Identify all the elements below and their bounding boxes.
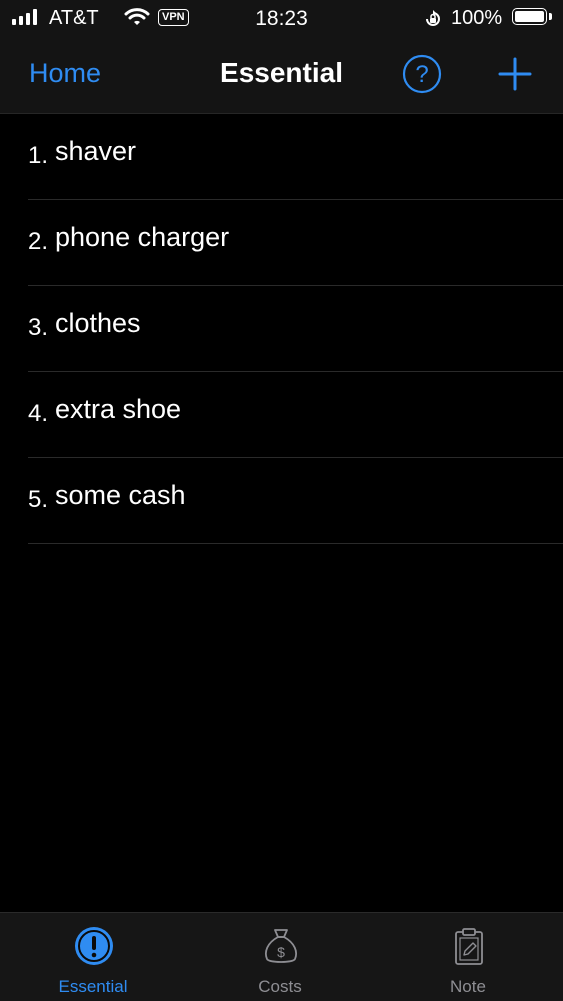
battery-percent: 100% (451, 7, 503, 29)
item-text: shaver (55, 136, 137, 166)
item-number: 2. (28, 228, 49, 255)
item-text: extra shoe (55, 394, 182, 424)
item-number: 3. (28, 314, 49, 341)
orientation-lock-icon (423, 9, 443, 35)
list-item[interactable]: 3. clothes (28, 286, 563, 372)
list-item[interactable]: 5. some cash (28, 458, 563, 544)
list-item[interactable]: 4. extra shoe (28, 372, 563, 458)
money-bag-icon: $ (265, 929, 297, 963)
status-bar: AT&T VPN 18:23 100% (0, 0, 563, 36)
help-button[interactable]: ? (402, 54, 442, 94)
tab-note-label: Note (450, 977, 486, 996)
tab-essential-label: Essential (58, 977, 128, 996)
tab-bar: Essential $ Costs Note (0, 912, 563, 1001)
svg-text:?: ? (415, 61, 428, 88)
svg-text:$: $ (277, 944, 285, 960)
tab-essential[interactable]: Essential (33, 913, 153, 1001)
tab-costs-label: Costs (258, 977, 302, 996)
clipboard-pencil-icon (455, 928, 483, 965)
item-text: clothes (55, 308, 141, 338)
item-number: 1. (28, 142, 49, 169)
list-item[interactable]: 1. shaver (28, 114, 563, 200)
question-circle-icon: ? (402, 54, 442, 94)
tab-note[interactable]: Note (408, 913, 528, 1001)
tab-costs[interactable]: $ Costs (220, 913, 340, 1001)
exclamation-circle-icon (75, 927, 113, 965)
battery-icon (512, 8, 547, 25)
navigation-bar: Home Essential ? (0, 36, 563, 114)
home-back-button[interactable]: Home (29, 58, 101, 89)
list-item[interactable]: 2. phone charger (28, 200, 563, 286)
item-number: 4. (28, 400, 49, 427)
item-text: some cash (55, 480, 186, 510)
item-text: phone charger (55, 222, 230, 252)
battery-tip (549, 13, 552, 20)
plus-icon (498, 57, 532, 91)
item-number: 5. (28, 486, 49, 513)
essential-list: 1. shaver 2. phone charger 3. clothes 4.… (0, 114, 563, 544)
add-item-button[interactable] (497, 56, 533, 92)
